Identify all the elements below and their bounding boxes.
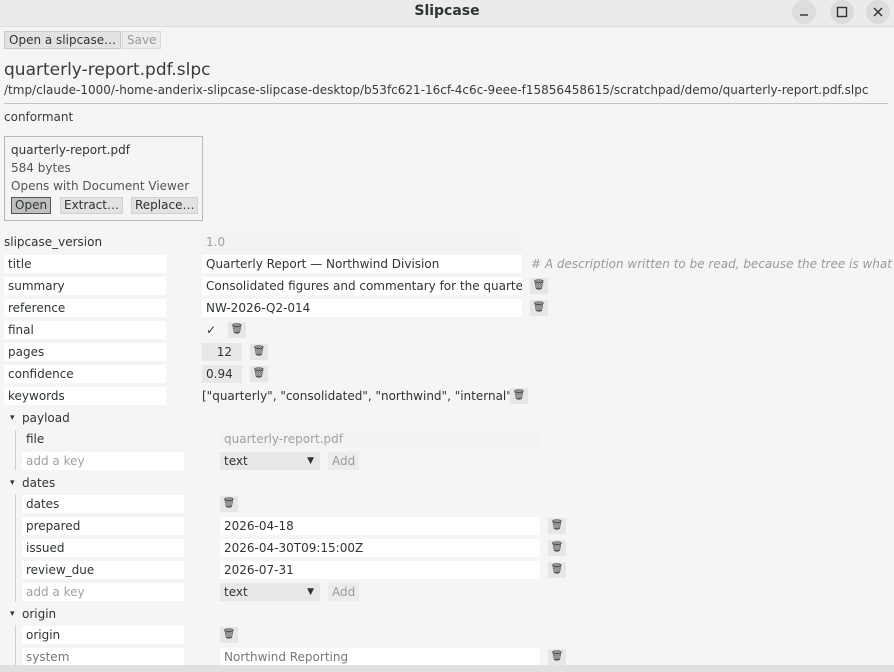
tree-guide (15, 494, 16, 602)
keywords-value[interactable]: ["quarterly", "consolidated", "northwind… (202, 389, 516, 403)
file-path: /tmp/claude-1000/-home-anderix-slipcase-… (4, 83, 869, 97)
chevron-down-icon: ▼ (307, 456, 314, 466)
payload-add-button[interactable]: Add (328, 452, 360, 470)
conformance-status: conformant (4, 110, 74, 124)
payload-add-key-input[interactable]: add a key (22, 452, 184, 470)
payload-expander-icon[interactable]: ▾ (10, 413, 15, 423)
bottom-edge (0, 665, 894, 672)
close-icon[interactable] (866, 0, 890, 24)
trash-icon[interactable]: 🗑 (530, 300, 548, 316)
dates-add-button[interactable]: Add (328, 583, 360, 601)
toolbar: Open a slipcase… Save (0, 28, 894, 52)
review-due-value[interactable]: 2026-07-31 (220, 561, 540, 579)
origin-group-label: origin (22, 607, 57, 621)
trash-icon[interactable]: 🗑 (228, 322, 246, 338)
trash-icon[interactable]: 🗑 (530, 278, 548, 294)
keywords-key[interactable]: keywords (4, 387, 166, 405)
dates-expander-icon[interactable]: ▾ (10, 478, 15, 488)
dates-add-key-input[interactable]: add a key (22, 583, 184, 601)
tree-guide (15, 625, 16, 665)
trash-icon[interactable]: 🗑 (250, 366, 268, 382)
dates-group-label: dates (22, 476, 56, 490)
summary-key[interactable]: summary (4, 277, 166, 295)
payload-group-label: payload (22, 411, 70, 425)
title-comment: # A description written to be read, beca… (531, 257, 894, 271)
divider (4, 103, 888, 104)
chevron-down-icon: ▼ (307, 587, 314, 597)
system-value[interactable]: Northwind Reporting (220, 648, 540, 666)
extract-payload-button[interactable]: Extract… (60, 197, 123, 214)
file-name: quarterly-report.pdf.slpc (4, 60, 211, 80)
confidence-key[interactable]: confidence (4, 365, 166, 383)
payload-size: 584 bytes (11, 161, 71, 175)
window-titlebar: Slipcase (0, 0, 894, 27)
trash-icon[interactable]: 🗑 (548, 540, 566, 556)
slipcase-version-key: slipcase_version (4, 235, 103, 249)
trash-icon[interactable]: 🗑 (548, 518, 566, 534)
payload-opens-with: Opens with Document Viewer (11, 179, 190, 193)
prepared-key[interactable]: prepared (22, 517, 184, 535)
payload-filename: quarterly-report.pdf (11, 143, 131, 157)
trash-icon[interactable]: 🗑 (220, 627, 238, 643)
origin-key[interactable]: origin (22, 626, 184, 644)
origin-expander-icon[interactable]: ▾ (10, 609, 15, 619)
open-slipcase-button[interactable]: Open a slipcase… (4, 31, 122, 49)
payload-type-select[interactable]: text ▼ (220, 452, 320, 470)
pages-key[interactable]: pages (4, 343, 166, 361)
slipcase-version-value: 1.0 (202, 233, 522, 251)
payload-file-value: quarterly-report.pdf (220, 430, 540, 448)
payload-type-value: text (224, 454, 248, 468)
payload-card: quarterly-report.pdf 584 bytes Opens wit… (4, 136, 203, 221)
final-checkbox[interactable]: ✓ (203, 322, 219, 338)
issued-key[interactable]: issued (22, 539, 184, 557)
review-due-key[interactable]: review_due (22, 561, 184, 579)
minimize-icon[interactable] (792, 0, 816, 24)
dates-key[interactable]: dates (22, 495, 184, 513)
trash-icon[interactable]: 🗑 (510, 388, 528, 404)
reference-key[interactable]: reference (4, 299, 166, 317)
prepared-value[interactable]: 2026-04-18 (220, 517, 540, 535)
trash-icon[interactable]: 🗑 (220, 496, 238, 512)
issued-value[interactable]: 2026-04-30T09:15:00Z (220, 539, 540, 557)
trash-icon[interactable]: 🗑 (548, 649, 566, 665)
dates-type-select[interactable]: text ▼ (220, 583, 320, 601)
window-title: Slipcase (414, 3, 480, 19)
save-button[interactable]: Save (122, 31, 162, 49)
replace-payload-button[interactable]: Replace… (131, 197, 199, 214)
tree-guide (15, 430, 16, 470)
dates-type-value: text (224, 585, 248, 599)
title-value[interactable]: Quarterly Report — Northwind Division (202, 255, 522, 273)
title-key[interactable]: title (4, 255, 166, 273)
payload-file-key: file (26, 432, 45, 446)
summary-value[interactable]: Consolidated figures and commentary for … (202, 277, 522, 295)
final-key[interactable]: final (4, 321, 166, 339)
trash-icon[interactable]: 🗑 (250, 344, 268, 360)
open-payload-button[interactable]: Open (11, 197, 52, 214)
maximize-icon[interactable] (830, 0, 854, 24)
pages-value[interactable]: 12 (202, 343, 242, 361)
system-key[interactable]: system (22, 648, 184, 666)
confidence-value[interactable]: 0.94 (202, 365, 242, 383)
trash-icon[interactable]: 🗑 (548, 562, 566, 578)
reference-value[interactable]: NW-2026-Q2-014 (202, 299, 522, 317)
